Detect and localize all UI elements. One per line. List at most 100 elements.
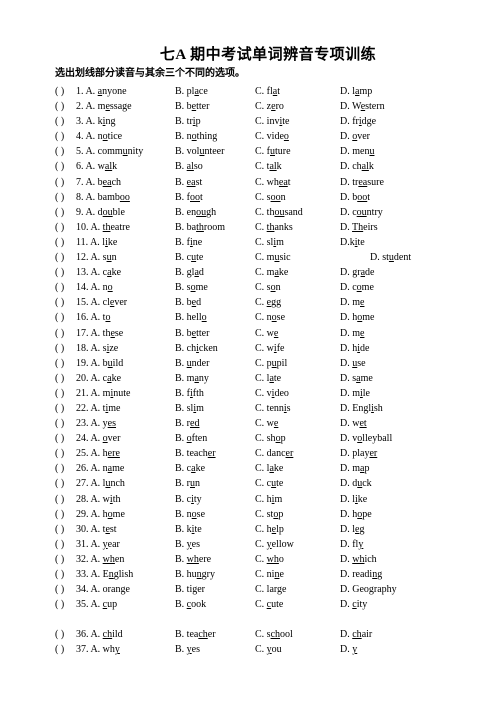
option-a[interactable]: 17. A. these xyxy=(76,326,123,341)
answer-blank[interactable]: ( ) xyxy=(55,461,64,476)
option-a[interactable]: 18. A. size xyxy=(76,341,118,356)
option-c[interactable]: C. son xyxy=(255,280,281,295)
option-c[interactable]: C. zero xyxy=(255,99,284,114)
answer-blank[interactable]: ( ) xyxy=(55,235,64,250)
option-a[interactable]: 9. A. double xyxy=(76,205,125,220)
option-b[interactable]: B. better xyxy=(175,326,209,341)
option-b[interactable]: B. teacher xyxy=(175,446,216,461)
answer-blank[interactable]: ( ) xyxy=(55,250,64,265)
option-a[interactable]: 37. A. why xyxy=(76,642,120,657)
option-b[interactable]: B. yes xyxy=(175,642,200,657)
option-d[interactable]: D. which xyxy=(340,552,377,567)
option-c[interactable]: C. yellow xyxy=(255,537,294,552)
option-d[interactable]: D. same xyxy=(340,371,373,386)
answer-blank[interactable]: ( ) xyxy=(55,356,64,371)
answer-blank[interactable]: ( ) xyxy=(55,265,64,280)
option-a[interactable]: 31. A. year xyxy=(76,537,120,552)
option-a[interactable]: 6. A. walk xyxy=(76,159,117,174)
answer-blank[interactable]: ( ) xyxy=(55,642,64,657)
option-c[interactable]: C. pupil xyxy=(255,356,287,371)
option-d[interactable]: D. menu xyxy=(340,144,374,159)
option-d[interactable]: D. Theirs xyxy=(340,220,378,235)
answer-blank[interactable]: ( ) xyxy=(55,205,64,220)
option-c[interactable]: C. slim xyxy=(255,235,284,250)
option-d[interactable]: D. duck xyxy=(340,476,372,491)
option-d[interactable]: D. home xyxy=(340,310,374,325)
option-d[interactable]: D. me xyxy=(340,295,364,310)
option-c[interactable]: C. talk xyxy=(255,159,282,174)
option-c[interactable]: C. invite xyxy=(255,114,289,129)
option-a[interactable]: 32. A. when xyxy=(76,552,124,567)
option-b[interactable]: B. city xyxy=(175,492,202,507)
option-b[interactable]: B. some xyxy=(175,280,208,295)
answer-blank[interactable]: ( ) xyxy=(55,114,64,129)
option-b[interactable]: B. teacher xyxy=(175,627,216,642)
answer-blank[interactable]: ( ) xyxy=(55,537,64,552)
option-d[interactable]: D. chair xyxy=(340,627,372,642)
answer-blank[interactable]: ( ) xyxy=(55,99,64,114)
option-c[interactable]: C. large xyxy=(255,582,287,597)
option-d[interactable]: D. fridge xyxy=(340,114,376,129)
answer-blank[interactable]: ( ) xyxy=(55,84,64,99)
answer-blank[interactable]: ( ) xyxy=(55,144,64,159)
option-d[interactable]: D. grade xyxy=(340,265,374,280)
option-a[interactable]: 23. A. yes xyxy=(76,416,116,431)
option-d[interactable]: D. y xyxy=(340,642,357,657)
option-c[interactable]: C. video xyxy=(255,386,289,401)
option-a[interactable]: 15. A. clever xyxy=(76,295,127,310)
option-b[interactable]: B. bathroom xyxy=(175,220,225,235)
option-d[interactable]: D. student xyxy=(370,250,411,265)
answer-blank[interactable]: ( ) xyxy=(55,341,64,356)
answer-blank[interactable]: ( ) xyxy=(55,597,64,612)
option-c[interactable]: C. lake xyxy=(255,461,283,476)
option-c[interactable]: C. nine xyxy=(255,567,284,582)
option-b[interactable]: B. under xyxy=(175,356,209,371)
option-a[interactable]: 26. A. name xyxy=(76,461,124,476)
option-c[interactable]: C. late xyxy=(255,371,281,386)
option-b[interactable]: B. where xyxy=(175,552,211,567)
option-d[interactable]: D. boot xyxy=(340,190,370,205)
option-b[interactable]: B. run xyxy=(175,476,200,491)
option-c[interactable]: C. thanks xyxy=(255,220,293,235)
option-a[interactable]: 14. A. no xyxy=(76,280,113,295)
answer-blank[interactable]: ( ) xyxy=(55,416,64,431)
option-c[interactable]: C. egg xyxy=(255,295,281,310)
option-b[interactable]: B. nothing xyxy=(175,129,217,144)
option-c[interactable]: C. dancer xyxy=(255,446,293,461)
option-c[interactable]: C. cute xyxy=(255,597,283,612)
option-d[interactable]: D. lamp xyxy=(340,84,372,99)
option-d[interactable]: D. Geography xyxy=(340,582,397,597)
answer-blank[interactable]: ( ) xyxy=(55,310,64,325)
option-b[interactable]: B. tiger xyxy=(175,582,205,597)
option-a[interactable]: 30. A. test xyxy=(76,522,117,537)
option-b[interactable]: B. hungry xyxy=(175,567,215,582)
option-c[interactable]: C. thousand xyxy=(255,205,303,220)
answer-blank[interactable]: ( ) xyxy=(55,522,64,537)
option-c[interactable]: C. stop xyxy=(255,507,283,522)
option-b[interactable]: B. yes xyxy=(175,537,200,552)
option-d[interactable]: D. Western xyxy=(340,99,385,114)
answer-blank[interactable]: ( ) xyxy=(55,431,64,446)
answer-blank[interactable]: ( ) xyxy=(55,446,64,461)
option-a[interactable]: 28. A. with xyxy=(76,492,120,507)
option-d[interactable]: D. me xyxy=(340,326,364,341)
option-b[interactable]: B. enough xyxy=(175,205,216,220)
option-b[interactable]: B. glad xyxy=(175,265,204,280)
answer-blank[interactable]: ( ) xyxy=(55,175,64,190)
answer-blank[interactable]: ( ) xyxy=(55,492,64,507)
option-b[interactable]: B. trip xyxy=(175,114,201,129)
option-d[interactable]: D. treasure xyxy=(340,175,384,190)
option-d[interactable]: D. reading xyxy=(340,567,382,582)
option-a[interactable]: 16. A. to xyxy=(76,310,110,325)
answer-blank[interactable]: ( ) xyxy=(55,295,64,310)
option-a[interactable]: 3. A. king xyxy=(76,114,115,129)
option-d[interactable]: D. hope xyxy=(340,507,372,522)
answer-blank[interactable]: ( ) xyxy=(55,476,64,491)
option-a[interactable]: 12. A. sun xyxy=(76,250,117,265)
option-b[interactable]: B. bed xyxy=(175,295,201,310)
option-d[interactable]: D. wet xyxy=(340,416,367,431)
option-a[interactable]: 5. A. community xyxy=(76,144,143,159)
option-d[interactable]: D. use xyxy=(340,356,366,371)
option-a[interactable]: 33. A. English xyxy=(76,567,133,582)
answer-blank[interactable]: ( ) xyxy=(55,326,64,341)
